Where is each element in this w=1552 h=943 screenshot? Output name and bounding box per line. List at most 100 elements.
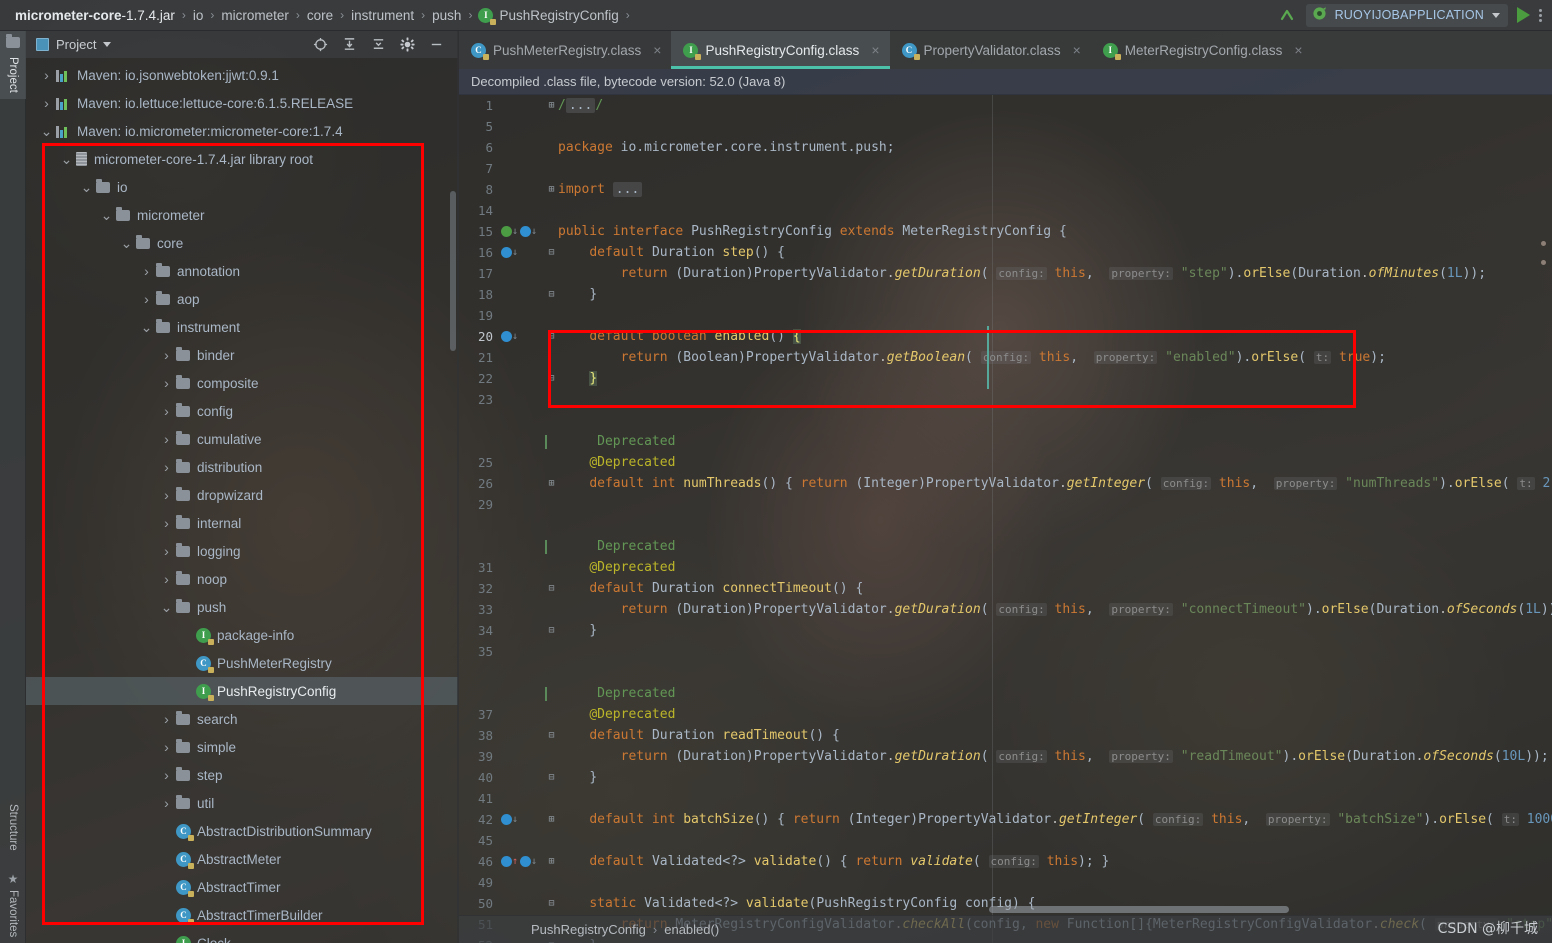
chevron-down-icon[interactable] bbox=[1492, 13, 1500, 18]
close-icon[interactable]: × bbox=[653, 42, 661, 58]
fold-collapse-icon[interactable]: ⊟ bbox=[545, 578, 558, 599]
fold-collapse-icon[interactable]: ⊟ bbox=[545, 620, 558, 641]
code-line[interactable]: 14 bbox=[459, 200, 1552, 221]
run-play-icon[interactable] bbox=[1517, 7, 1530, 23]
code-line[interactable]: 46↑↓⊞ default Validated<?> validate() { … bbox=[459, 851, 1552, 872]
code-line[interactable]: 26⊞ default int numThreads() { return (I… bbox=[459, 473, 1552, 494]
close-icon[interactable]: × bbox=[1294, 42, 1302, 58]
code-line[interactable] bbox=[459, 515, 1552, 536]
code-line[interactable]: 17 return (Duration)PropertyValidator.ge… bbox=[459, 263, 1552, 284]
tree-row[interactable]: ›internal bbox=[26, 509, 458, 537]
breadcrumb-item[interactable]: core bbox=[306, 8, 334, 23]
fold-expand-icon[interactable]: ⊞ bbox=[545, 809, 558, 830]
project-tree-scrollbar[interactable] bbox=[450, 191, 456, 351]
code-line[interactable]: 35 bbox=[459, 641, 1552, 662]
chevron-right-icon[interactable]: › bbox=[160, 433, 173, 446]
chevron-right-icon[interactable]: › bbox=[160, 461, 173, 474]
gutter-icons[interactable]: ↓ bbox=[499, 242, 545, 263]
code-line[interactable] bbox=[459, 410, 1552, 431]
tree-row[interactable]: ⌄micrometer-core-1.7.4.jar library root bbox=[26, 145, 458, 173]
horizontal-scrollbar[interactable] bbox=[989, 906, 1549, 913]
chevron-down-icon[interactable]: ⌄ bbox=[160, 601, 173, 614]
editor-tab[interactable]: IMeterRegistryConfig.class× bbox=[1091, 31, 1313, 69]
settings-gear-icon[interactable] bbox=[400, 37, 415, 52]
code-line[interactable]: 32⊟ default Duration connectTimeout() { bbox=[459, 578, 1552, 599]
fold-collapse-icon[interactable]: ⊟ bbox=[545, 242, 558, 263]
code-line[interactable]: 37 @Deprecated bbox=[459, 704, 1552, 725]
error-stripe-markers[interactable] bbox=[1541, 241, 1546, 265]
chevron-down-icon[interactable]: ⌄ bbox=[100, 209, 113, 222]
tree-row[interactable]: ›dropwizard bbox=[26, 481, 458, 509]
gutter-icons[interactable]: ↓↓ bbox=[499, 221, 545, 242]
blue-impl-icon[interactable] bbox=[501, 814, 512, 825]
code-line[interactable]: 40⊟ } bbox=[459, 767, 1552, 788]
status-breadcrumb-class[interactable]: PushRegistryConfig bbox=[531, 922, 646, 937]
tree-row[interactable]: ›Maven: io.jsonwebtoken:jjwt:0.9.1 bbox=[26, 61, 458, 89]
breadcrumb-item[interactable]: micrometer bbox=[220, 8, 290, 23]
tree-row[interactable]: ⌄core bbox=[26, 229, 458, 257]
fold-collapse-icon[interactable]: ⊟ bbox=[545, 725, 558, 746]
code-line[interactable]: 38⊟ default Duration readTimeout() { bbox=[459, 725, 1552, 746]
breadcrumb-item[interactable]: io bbox=[192, 8, 205, 23]
tree-row[interactable]: ›binder bbox=[26, 341, 458, 369]
code-content[interactable]: 1⊞/.../56package io.micrometer.core.inst… bbox=[459, 95, 1552, 943]
expand-all-icon[interactable] bbox=[342, 37, 357, 52]
chevron-right-icon[interactable]: › bbox=[40, 97, 53, 110]
editor-tab[interactable]: CPropertyValidator.class× bbox=[890, 31, 1091, 69]
code-line[interactable]: 21 return (Boolean)PropertyValidator.get… bbox=[459, 347, 1552, 368]
code-line[interactable]: 34⊟ } bbox=[459, 620, 1552, 641]
chevron-right-icon[interactable]: › bbox=[160, 797, 173, 810]
tree-row[interactable]: ›step bbox=[26, 761, 458, 789]
chevron-down-icon[interactable]: ⌄ bbox=[40, 125, 53, 138]
chevron-right-icon[interactable]: › bbox=[160, 405, 173, 418]
chevron-right-icon[interactable]: › bbox=[160, 517, 173, 530]
tree-row[interactable]: ›util bbox=[26, 789, 458, 817]
code-line[interactable]: 22⊟ } bbox=[459, 368, 1552, 389]
chevron-right-icon[interactable]: › bbox=[160, 713, 173, 726]
code-line[interactable]: 49 bbox=[459, 872, 1552, 893]
code-viewport[interactable]: 1⊞/.../56package io.micrometer.core.inst… bbox=[459, 95, 1552, 943]
tree-row[interactable]: CAbstractMeter bbox=[26, 845, 458, 873]
tree-row[interactable]: ⌄Maven: io.micrometer:micrometer-core:1.… bbox=[26, 117, 458, 145]
code-line[interactable]: Deprecated bbox=[459, 683, 1552, 704]
chevron-down-icon[interactable]: ⌄ bbox=[80, 181, 93, 194]
tree-row[interactable]: CAbstractDistributionSummary bbox=[26, 817, 458, 845]
editor-tab[interactable]: CPushMeterRegistry.class× bbox=[459, 31, 671, 69]
code-line[interactable]: 7 bbox=[459, 158, 1552, 179]
blue-override-icon[interactable] bbox=[501, 856, 512, 867]
code-line[interactable]: 18⊟ } bbox=[459, 284, 1552, 305]
tree-row[interactable]: CAbstractTimer bbox=[26, 873, 458, 901]
fold-collapse-icon[interactable]: ⊟ bbox=[545, 893, 558, 914]
code-line[interactable]: Deprecated bbox=[459, 431, 1552, 452]
chevron-right-icon[interactable]: › bbox=[160, 489, 173, 502]
tree-row[interactable]: CPushMeterRegistry bbox=[26, 649, 458, 677]
breadcrumb-item[interactable]: micrometer-core-1.7.4.jar bbox=[14, 8, 176, 23]
code-line[interactable]: Deprecated bbox=[459, 536, 1552, 557]
code-line[interactable]: 31 @Deprecated bbox=[459, 557, 1552, 578]
collapse-all-icon[interactable] bbox=[371, 37, 386, 52]
tree-row[interactable]: CAbstractTimerBuilder bbox=[26, 901, 458, 929]
code-line[interactable]: 23 bbox=[459, 389, 1552, 410]
hide-panel-icon[interactable] bbox=[429, 37, 444, 52]
breadcrumb-item[interactable]: push bbox=[431, 8, 462, 23]
tree-row[interactable]: ›config bbox=[26, 397, 458, 425]
tree-row[interactable]: ⌄micrometer bbox=[26, 201, 458, 229]
code-line[interactable]: 33 return (Duration)PropertyValidator.ge… bbox=[459, 599, 1552, 620]
chevron-right-icon[interactable]: › bbox=[160, 349, 173, 362]
close-icon[interactable]: × bbox=[871, 42, 879, 58]
tree-row[interactable]: ›search bbox=[26, 705, 458, 733]
tree-row[interactable]: IClock bbox=[26, 929, 458, 943]
chevron-down-icon[interactable] bbox=[103, 42, 111, 47]
tree-row[interactable]: ›simple bbox=[26, 733, 458, 761]
tree-row[interactable]: ›Maven: io.lettuce:lettuce-core:6.1.5.RE… bbox=[26, 89, 458, 117]
chevron-right-icon[interactable]: › bbox=[140, 265, 153, 278]
tree-row[interactable]: ›cumulative bbox=[26, 425, 458, 453]
fold-expand-icon[interactable]: ⊞ bbox=[545, 95, 558, 116]
code-line[interactable] bbox=[459, 662, 1552, 683]
chevron-down-icon[interactable]: ⌄ bbox=[140, 321, 153, 334]
tree-row-selected[interactable]: IPushRegistryConfig bbox=[26, 677, 458, 705]
fold-expand-icon[interactable]: ⊞ bbox=[545, 179, 558, 200]
tree-row[interactable]: ⌄io bbox=[26, 173, 458, 201]
updown-arrow-icon[interactable] bbox=[1277, 5, 1297, 25]
code-line[interactable]: 41 bbox=[459, 788, 1552, 809]
